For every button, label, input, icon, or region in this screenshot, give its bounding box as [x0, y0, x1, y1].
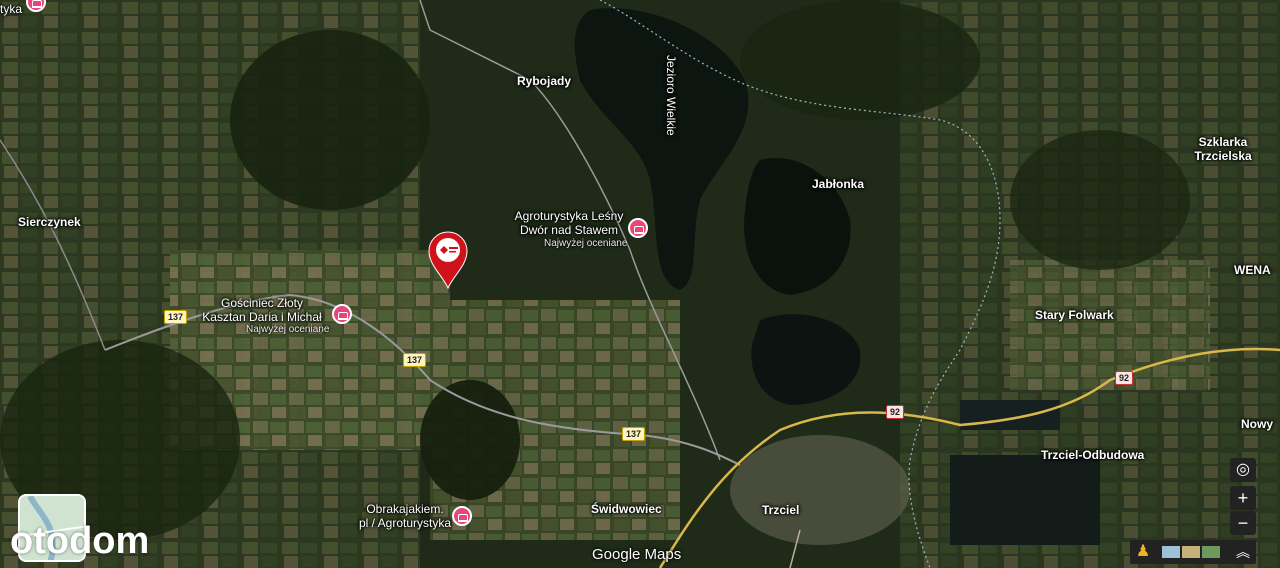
road-shield-92: 92 — [886, 405, 905, 419]
poi-label-line2: pl / Agroturystyka — [358, 516, 452, 530]
terrain-thumb-icon[interactable] — [1182, 546, 1200, 558]
place-label-trzciel-odbudowa: Trzciel-Odbudowa — [1041, 448, 1145, 462]
lodging-poi-icon[interactable] — [332, 304, 352, 324]
property-pin-icon[interactable] — [427, 230, 469, 290]
place-label-trzciel: Trzciel — [762, 503, 800, 517]
chevron-up-icon[interactable]: ︽ — [1234, 542, 1252, 562]
poi-label-line1: Gościniec Złoty — [220, 296, 304, 310]
satellite-thumb-icon[interactable] — [1202, 546, 1220, 558]
lodging-poi-icon[interactable] — [452, 506, 472, 526]
my-location-icon[interactable]: ◎ — [1230, 458, 1256, 482]
place-label-nowy: Nowy — [1241, 417, 1274, 431]
pegman-icon[interactable]: ♟ — [1134, 542, 1152, 562]
google-maps-logo: Google Maps — [592, 546, 682, 563]
road-shield-137: 137 — [164, 310, 188, 324]
lodging-poi-icon[interactable] — [628, 218, 648, 238]
place-label-tyka: tyka — [0, 2, 23, 16]
zoom-in-button[interactable]: + — [1230, 486, 1256, 510]
road-shield-137: 137 — [622, 427, 646, 441]
place-label-szklarka: Szklarka Trzcielska — [1194, 135, 1252, 163]
lake-label: Jezioro Wielkie — [664, 55, 678, 136]
map-bottom-controls: ♟ ︽ — [1130, 540, 1256, 564]
zoom-out-button[interactable]: − — [1230, 511, 1256, 535]
poi-label-line1: Agroturystyka Leśny — [514, 209, 624, 223]
road-shield-137: 137 — [403, 353, 427, 367]
otodom-logo: otodom — [10, 520, 150, 562]
poi-label-line1: Obrakajakiem. — [366, 502, 444, 516]
place-label-wena: WENA — [1234, 263, 1271, 277]
poi-label-line2: Dwór nad Stawem — [519, 223, 619, 237]
poi-label-line2: Kasztan Daria i Michał — [202, 310, 322, 324]
satellite-map[interactable] — [0, 0, 1280, 568]
place-label-swidwowiec: Świdwowiec — [591, 502, 662, 516]
place-label-rybojady: Rybojady — [517, 74, 572, 88]
poi-rating-label: Najwyżej oceniane — [544, 238, 628, 249]
place-label-stary-folwark: Stary Folwark — [1035, 308, 1114, 322]
place-label-jablonka: Jabłonka — [812, 177, 865, 191]
place-label-sierczynek: Sierczynek — [18, 215, 81, 229]
poi-rating-label: Najwyżej oceniane — [246, 324, 330, 335]
map-type-thumb-icon[interactable] — [1162, 546, 1180, 558]
road-shield-92: 92 — [1115, 371, 1134, 385]
